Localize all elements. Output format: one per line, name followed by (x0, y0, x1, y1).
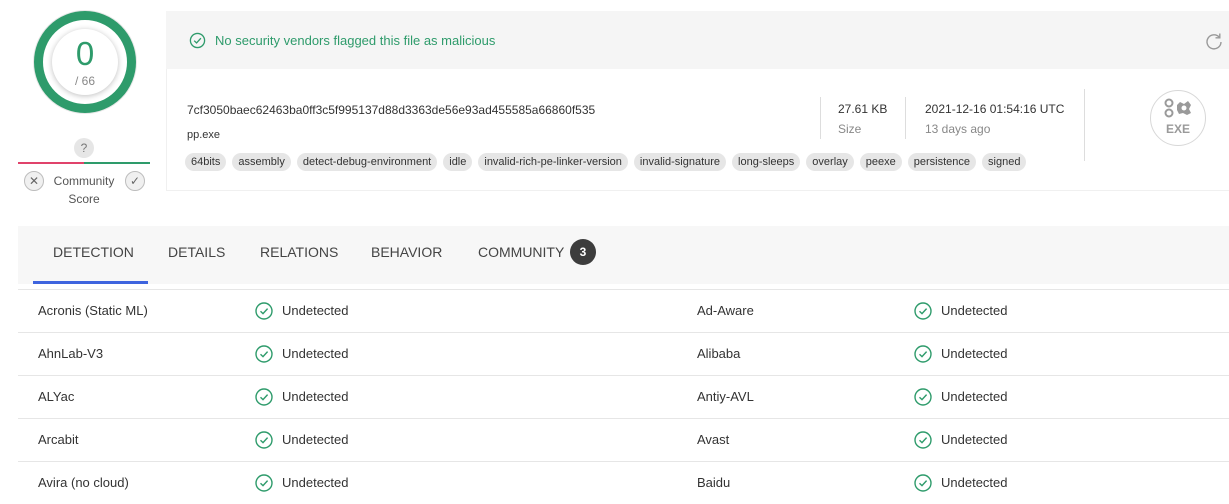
tab-community[interactable]: COMMUNITY (478, 244, 564, 260)
vote-harmless-button[interactable]: ✓ (125, 171, 145, 191)
check-circle-icon (914, 388, 932, 406)
detection-score-ring: 0 / 66 (34, 11, 136, 113)
verdict-banner: No security vendors flagged this file as… (166, 11, 1229, 69)
file-type-label: EXE (1165, 122, 1190, 136)
file-size-value: 27.61 KB (838, 102, 888, 116)
file-info-card: 7cf3050baec62463ba0ff3c5f995137d88d3363d… (166, 69, 1229, 191)
detection-result: Undetected (941, 303, 1008, 318)
check-circle-icon (914, 431, 932, 449)
report-tabs: DETECTION DETAILS RELATIONS BEHAVIOR COM… (18, 226, 1229, 284)
file-name: pp.exe (187, 129, 221, 141)
vendor-name: Avast (697, 432, 730, 447)
tag[interactable]: 64bits (185, 153, 227, 171)
file-hash[interactable]: 7cf3050baec62463ba0ff3c5f995137d88d3363d… (187, 103, 595, 117)
gears-icon (1164, 98, 1191, 118)
score-inner: 0 / 66 (52, 29, 118, 95)
detection-result: Undetected (282, 475, 349, 490)
table-row: ALYac Undetected Antiy-AVL Undetected (18, 375, 1229, 418)
tag[interactable]: detect-debug-environment (296, 153, 438, 171)
vote-harmful-button[interactable]: ✕ (24, 171, 44, 191)
check-circle-icon (255, 474, 273, 492)
community-label-line-2: Score (68, 192, 100, 206)
verdict-message: No security vendors flagged this file as… (215, 33, 496, 48)
vendor-name: AhnLab-V3 (38, 346, 104, 361)
tag[interactable]: assembly (232, 153, 291, 171)
positives-count: 0 (75, 35, 95, 72)
detection-result: Undetected (941, 346, 1008, 361)
analysis-date-relative: 13 days ago (925, 122, 991, 136)
check-circle-icon (914, 345, 932, 363)
divider (905, 97, 906, 139)
community-count-badge: 3 (570, 239, 596, 265)
tab-detection[interactable]: DETECTION (53, 244, 134, 260)
table-row: Acronis (Static ML) Undetected Ad-Aware … (18, 289, 1229, 332)
community-score-label: Community Score (48, 172, 120, 208)
community-score-help-icon[interactable]: ? (74, 138, 94, 158)
tag[interactable]: signed (982, 153, 1027, 171)
community-score-bar (18, 162, 150, 164)
community-label-line-1: Community (53, 174, 115, 188)
analysis-date-value: 2021-12-16 01:54:16 UTC (925, 102, 1065, 116)
check-circle-icon (914, 474, 932, 492)
tag[interactable]: long-sleeps (732, 153, 801, 171)
file-type-exe-icon: EXE (1150, 90, 1206, 146)
tag[interactable]: overlay (806, 153, 854, 171)
check-circle-icon (255, 345, 273, 363)
divider (820, 97, 821, 139)
table-row: Arcabit Undetected Avast Undetected (18, 418, 1229, 461)
check-circle-icon (189, 32, 206, 49)
vendor-name: Alibaba (697, 346, 741, 361)
check-circle-icon (255, 302, 273, 320)
vendor-name: ALYac (38, 389, 75, 404)
detection-result: Undetected (941, 432, 1008, 447)
tag[interactable]: persistence (907, 153, 977, 171)
file-size-label: Size (838, 122, 862, 136)
vendor-name: Ad-Aware (697, 303, 754, 318)
detection-result: Undetected (282, 346, 349, 361)
check-circle-icon (255, 388, 273, 406)
tag[interactable]: invalid-rich-pe-linker-version (478, 153, 628, 171)
vendor-name: Acronis (Static ML) (38, 303, 148, 318)
engines-total: / 66 (74, 74, 95, 88)
active-tab-indicator (33, 281, 148, 284)
vendor-name: Arcabit (38, 432, 79, 447)
tab-relations[interactable]: RELATIONS (260, 244, 338, 260)
vendor-name: Antiy-AVL (697, 389, 754, 404)
file-tags: 64bits assembly detect-debug-environment… (185, 153, 1027, 171)
table-row: Avira (no cloud) Undetected Baidu Undete… (18, 461, 1229, 504)
detection-result: Undetected (282, 303, 349, 318)
reanalyze-icon[interactable] (1204, 31, 1224, 51)
tab-details[interactable]: DETAILS (168, 244, 225, 260)
tab-behavior[interactable]: BEHAVIOR (371, 244, 442, 260)
tag[interactable]: invalid-signature (633, 153, 727, 171)
check-circle-icon (914, 302, 932, 320)
detection-results-table: Acronis (Static ML) Undetected Ad-Aware … (18, 289, 1229, 504)
detection-result: Undetected (941, 475, 1008, 490)
divider (1084, 89, 1085, 161)
table-row: AhnLab-V3 Undetected Alibaba Undetected (18, 332, 1229, 375)
check-circle-icon (255, 431, 273, 449)
detection-result: Undetected (941, 389, 1008, 404)
detection-result: Undetected (282, 432, 349, 447)
tag[interactable]: peexe (859, 153, 902, 171)
vendor-name: Avira (no cloud) (38, 475, 129, 490)
tag[interactable]: idle (443, 153, 473, 171)
detection-result: Undetected (282, 389, 349, 404)
vendor-name: Baidu (697, 475, 731, 490)
